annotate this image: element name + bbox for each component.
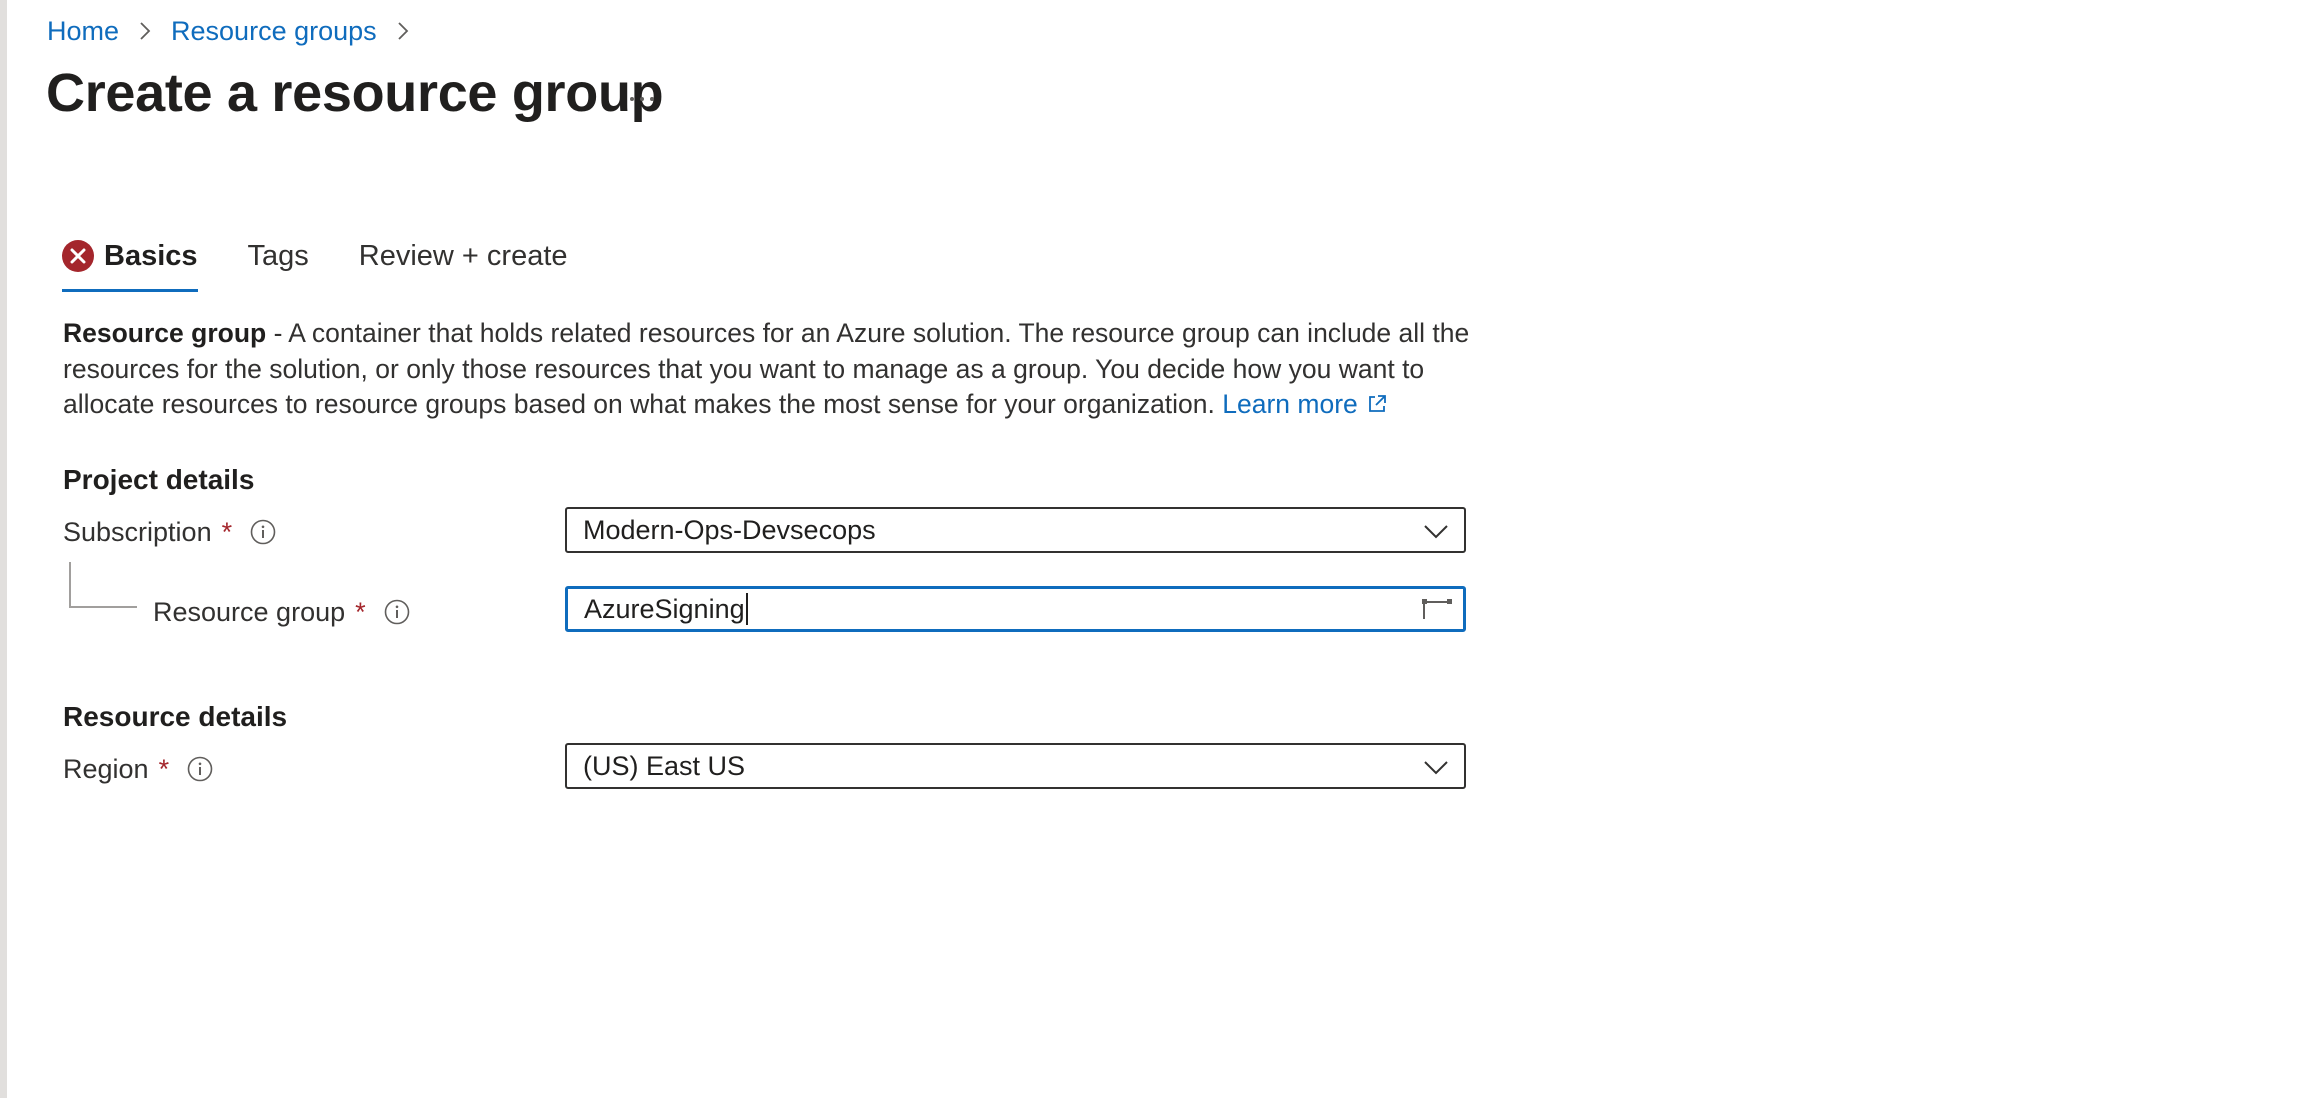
breadcrumb-home[interactable]: Home [47, 16, 119, 47]
resource-group-value: AzureSigning [584, 593, 745, 624]
error-icon [62, 240, 94, 272]
external-link-icon [1366, 389, 1388, 412]
subscription-label-row: Subscription * [63, 509, 276, 555]
region-label: Region [63, 753, 149, 784]
subscription-dropdown[interactable]: Modern-Ops-Devsecops [565, 507, 1466, 553]
subscription-value: Modern-Ops-Devsecops [583, 514, 876, 545]
tab-tags[interactable]: Tags [248, 236, 309, 276]
tab-tags-label: Tags [247, 239, 309, 272]
info-icon[interactable] [187, 756, 213, 782]
subscription-label: Subscription [63, 516, 212, 547]
description: Resource group - A container that holds … [63, 316, 1483, 423]
tab-basics[interactable]: Basics [62, 236, 198, 292]
breadcrumb-resource-groups[interactable]: Resource groups [171, 16, 377, 47]
password-manager-icon[interactable] [1421, 597, 1453, 623]
chevron-down-icon [1424, 761, 1448, 775]
resource-group-input[interactable]: AzureSigning [565, 586, 1466, 632]
required-asterisk: * [221, 516, 233, 547]
description-bold: Resource group [63, 318, 267, 348]
chevron-down-icon [1424, 525, 1448, 539]
learn-more-label: Learn more [1222, 389, 1358, 419]
region-dropdown[interactable]: (US) East US [565, 743, 1466, 789]
required-asterisk: * [158, 753, 170, 784]
more-options-button[interactable] [620, 84, 664, 114]
required-asterisk: * [355, 596, 366, 627]
info-icon[interactable] [250, 519, 276, 545]
more-icon [630, 97, 654, 101]
resource-details-heading: Resource details [63, 701, 288, 732]
page-title: Create a resource group [46, 63, 664, 123]
resource-group-label: Resource group [153, 596, 346, 627]
tab-bar: Basics Tags Review + create [62, 236, 618, 292]
project-details-heading: Project details [63, 464, 255, 495]
tab-review-create-label: Review + create [358, 239, 568, 272]
tab-basics-label: Basics [104, 239, 198, 272]
left-border [0, 0, 7, 1098]
tree-connector [69, 562, 137, 608]
chevron-right-icon [391, 19, 415, 43]
breadcrumb: Home Resource groups [47, 12, 429, 50]
region-value: (US) East US [583, 750, 746, 781]
resource-group-label-row: Resource group * [153, 589, 410, 635]
learn-more-link[interactable]: Learn more [1222, 389, 1388, 419]
text-caret [745, 593, 748, 625]
tab-review-create[interactable]: Review + create [359, 236, 568, 276]
info-icon[interactable] [384, 599, 410, 625]
chevron-right-icon [133, 19, 157, 43]
region-label-row: Region * [63, 746, 213, 792]
